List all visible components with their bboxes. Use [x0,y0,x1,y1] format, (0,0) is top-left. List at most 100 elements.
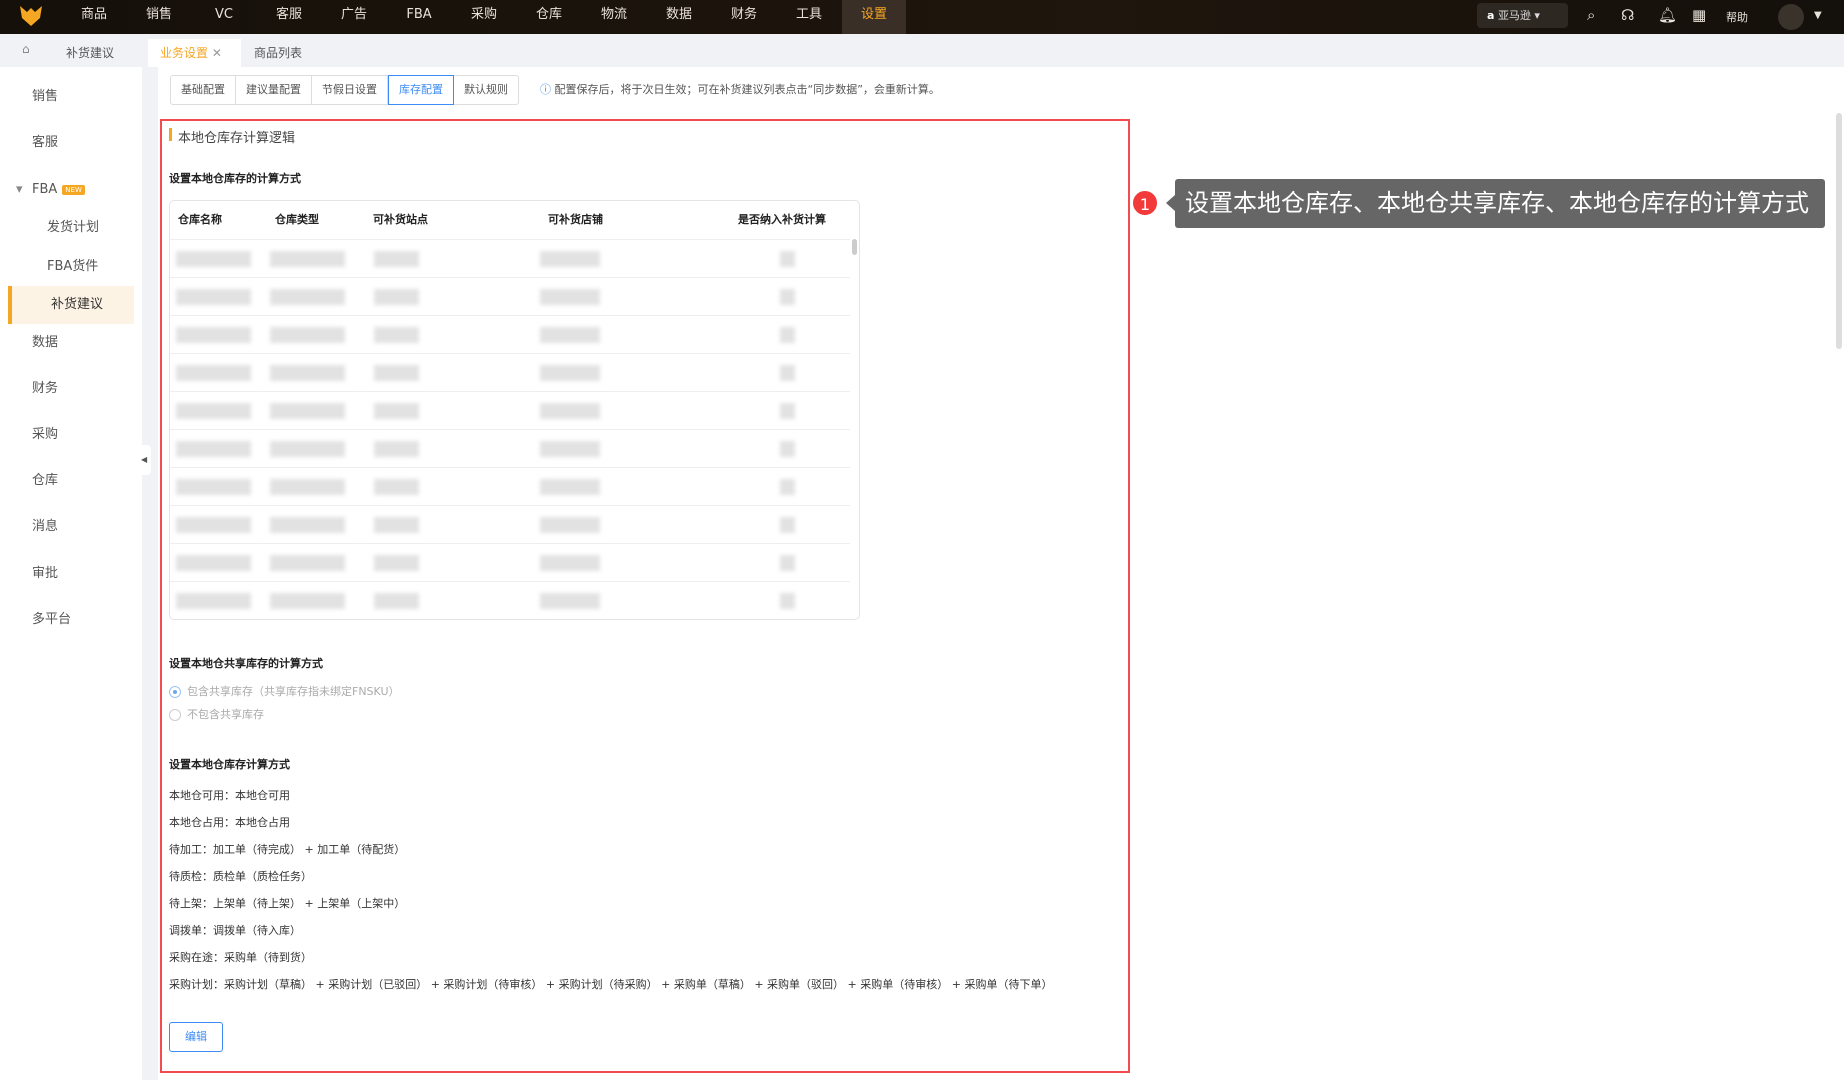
sidebar-item-label: 发货计划 [47,220,100,235]
nav-item[interactable]: 设置 [842,0,906,34]
blurred-cell [540,479,600,495]
sidebar-item-label: 消息 [32,519,59,534]
sidebar-item[interactable]: 多平台 [0,601,134,639]
sidebar-item[interactable]: 财务 [0,370,134,408]
subtab[interactable]: 节假日设置 [312,76,388,104]
breadcrumb[interactable]: 补货建议 [66,44,114,61]
bell-icon[interactable]: 🔔︎ [1658,6,1677,24]
nav-item[interactable]: 销售 [127,0,191,34]
caret-down-icon: ▾ [16,182,23,197]
apps-grid-icon[interactable]: ▦ [1692,6,1706,24]
nav-item[interactable]: 客服 [257,0,321,34]
new-badge: NEW [62,184,85,195]
nav-item[interactable]: 工具 [777,0,841,34]
formula-line: 采购在途：采购单（待到货） [169,951,312,964]
tab-product-list[interactable]: 商品列表 [254,44,302,61]
blurred-cell [176,403,251,419]
notice: ⓘ 配置保存后，将于次日生效；可在补货建议列表点击“同步数据”，会重新计算。 [540,81,940,97]
radio-include-shared[interactable]: 包含共享库存（共享库存指未绑定FNSKU） [169,683,400,699]
help-link[interactable]: 帮助 [1726,9,1748,25]
sidebar: 销售客服 FBA ▾ NEW 发货计划 FBA货件补货建议 数据财务采购仓库消息审批多平台 [0,67,142,1080]
blurred-cell [374,555,419,571]
formula-line: 本地仓占用：本地仓占用 [169,816,290,829]
sidebar-item[interactable]: 客服 [0,124,134,162]
nav-item[interactable]: FBA [387,0,451,34]
blurred-cell [374,441,419,457]
logo-icon[interactable] [18,4,44,28]
nav-item[interactable]: 物流 [582,0,646,34]
blurred-cell [270,593,345,609]
blurred-cell [780,327,795,343]
sidebar-item[interactable]: 消息 [0,508,134,546]
blurred-cell [780,365,795,381]
blurred-cell [374,593,419,609]
account-label: 亚马逊 [1497,9,1531,22]
subtab[interactable]: 默认规则 [454,76,518,104]
blurred-cell [270,365,345,381]
table-scrollbar[interactable] [852,239,857,255]
radio-exclude-shared[interactable]: 不包含共享库存 [169,706,264,722]
table-row [170,505,850,543]
collapse-sidebar-handle[interactable]: ◀ [141,445,151,475]
close-icon[interactable]: ✕ [212,46,222,60]
sidebar-item[interactable]: 数据 [0,324,134,362]
formula-line: 待加工：加工单（待完成） + 加工单（待配货） [169,843,406,856]
tab-business-settings[interactable]: 业务设置 ✕ [148,39,241,67]
table-row [170,239,850,277]
nav-item[interactable]: 采购 [452,0,516,34]
sidebar-item[interactable]: FBA货件 [0,248,134,286]
sidebar-item[interactable]: 审批 [0,555,134,593]
home-icon[interactable]: ⌂ [22,42,30,56]
blurred-cell [176,441,251,457]
tab-label: 业务设置 [160,46,209,60]
sec1-title: 设置本地仓库存的计算方式 [169,172,301,185]
blurred-cell [374,403,419,419]
radio-label: 包含共享库存（共享库存指未绑定FNSKU） [187,685,400,698]
search-icon[interactable]: ⌕ [1587,6,1595,24]
formula-line: 待质检：质检单（质检任务） [169,870,312,883]
sidebar-item-label: FBA [32,182,58,197]
sidebar-item-label: 多平台 [32,612,72,627]
table-row [170,543,850,581]
nav-item[interactable]: 仓库 [517,0,581,34]
formula-line: 待上架：上架单（待上架） + 上架单（上架中） [169,897,406,910]
nav-item[interactable]: 商品 [62,0,126,34]
account-selector[interactable]: a 亚马逊 ▾ [1477,3,1568,28]
notice-text: 配置保存后，将于次日生效；可在补货建议列表点击“同步数据”，会重新计算。 [554,83,940,96]
subtab[interactable]: 库存配置 [388,75,454,105]
sidebar-item[interactable]: 销售 [0,78,134,116]
blurred-cell [270,441,345,457]
settings-subtabs: 基础配置 建议量配置 节假日设置 库存配置 默认规则 [170,75,519,105]
subtab[interactable]: 基础配置 [171,76,236,104]
blurred-cell [270,479,345,495]
table-row [170,391,850,429]
sidebar-item-label: FBA货件 [47,259,99,274]
annotation-callout: 设置本地仓库存、本地仓共享库存、本地仓库存的计算方式 [1166,179,1825,228]
sidebar-item[interactable]: 采购 [0,416,134,454]
headset-icon[interactable]: ☊ [1621,6,1634,24]
blurred-cell [270,251,345,267]
warehouse-table: 仓库名称 仓库类型 可补货站点 可补货店铺 是否纳入补货计算 [169,200,860,620]
nav-item[interactable]: 广告 [322,0,386,34]
sidebar-item[interactable]: 仓库 [0,462,134,500]
table-row [170,353,850,391]
nav-item[interactable]: 数据 [647,0,711,34]
nav-item[interactable]: VC [192,0,256,34]
blurred-cell [176,479,251,495]
chevron-down-icon[interactable]: ▼ [1814,10,1822,21]
sidebar-item[interactable]: 补货建议 [8,286,134,324]
col-header: 可补货站点 [373,213,428,226]
blurred-cell [270,403,345,419]
blurred-cell [540,289,600,305]
radio-label: 不包含共享库存 [187,708,264,721]
sidebar-item[interactable]: 发货计划 [0,209,134,247]
subtab[interactable]: 建议量配置 [236,76,312,104]
col-header: 仓库名称 [178,213,222,226]
sidebar-item-label: 客服 [32,135,59,150]
sidebar-item-label: 销售 [32,89,59,104]
page-scrollbar[interactable] [1836,113,1842,349]
nav-item[interactable]: 财务 [712,0,776,34]
sidebar-item[interactable]: FBA ▾ NEW [0,171,134,209]
avatar[interactable] [1778,4,1804,30]
edit-button[interactable]: 编辑 [169,1022,223,1052]
